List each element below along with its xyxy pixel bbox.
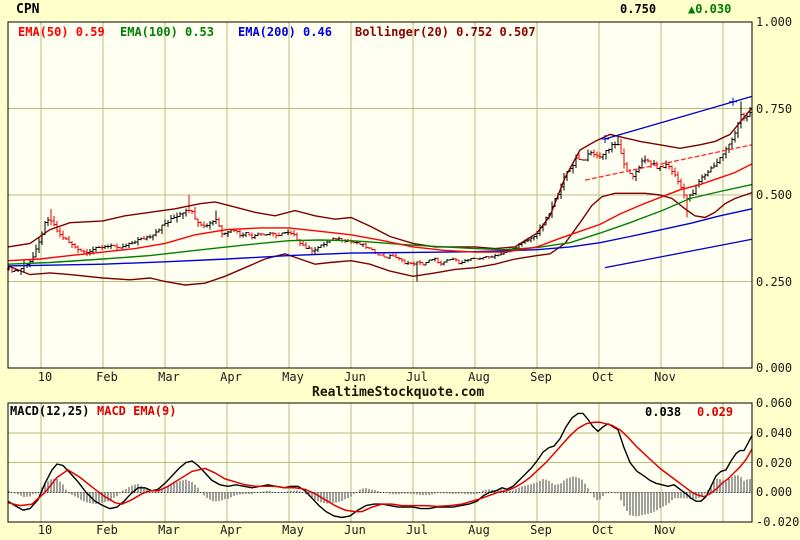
macd-x-axis-label: Feb [96, 523, 118, 537]
price-x-axis-label: Feb [96, 370, 118, 384]
legend-ema50: EMA(50) 0.59 [18, 25, 105, 39]
price-change-up: ▲0.030 [688, 2, 732, 16]
macd-value: 0.038 [645, 405, 682, 419]
macd-x-axis-label: 10 [37, 523, 53, 537]
macd-legend: MACD(12,25) [10, 404, 90, 418]
price-y-axis-label: 0.500 [756, 188, 793, 202]
watermark: RealtimeStockquote.com [312, 385, 485, 400]
legend-ema100: EMA(100) 0.53 [120, 25, 214, 39]
price-x-axis-label: Sep [530, 370, 552, 384]
macd-x-axis-label: Mar [158, 523, 180, 537]
price-x-axis-label: Apr [220, 370, 242, 384]
chart-canvas [7, 21, 753, 523]
last-price: 0.750 [620, 2, 657, 16]
legend-ema200: EMA(200) 0.46 [238, 25, 332, 39]
macd-y-axis-label: -0.020 [756, 515, 800, 529]
price-x-axis-label: May [282, 370, 304, 384]
price-x-axis-label: Jun [344, 370, 366, 384]
macd-y-axis-label: 0.060 [756, 396, 793, 410]
price-x-axis-label: Oct [592, 370, 614, 384]
price-x-axis-label: Mar [158, 370, 180, 384]
price-y-axis-label: 0.750 [756, 101, 793, 116]
price-x-axis-label: Jul [406, 370, 428, 384]
macd-signal-legend: MACD EMA(9) [97, 404, 177, 418]
macd-x-axis-label: Apr [220, 523, 242, 537]
price-y-axis-label: 0.000 [756, 361, 793, 375]
macd-x-axis-label: Jul [406, 523, 428, 537]
price-y-axis-label: 1.000 [756, 15, 793, 29]
macd-x-axis-label: Oct [592, 523, 614, 537]
ticker-symbol: CPN [16, 2, 40, 17]
price-y-axis-label: 0.250 [756, 274, 793, 289]
macd-x-axis-label: May [282, 523, 304, 537]
macd-x-axis-label: Nov [654, 523, 676, 537]
macd-y-axis-label: 0.020 [756, 455, 793, 470]
macd-x-axis-label: Aug [468, 523, 490, 537]
stock-chart-page: CPN 0.750 ▲0.030 EMA(50) 0.59 EMA(100) 0… [0, 0, 800, 540]
price-x-axis-label: 10 [37, 370, 53, 384]
macd-y-axis-label: 0.000 [756, 485, 793, 500]
macd-x-axis-label: Jun [344, 523, 366, 537]
macd-x-axis-label: Sep [530, 523, 552, 537]
price-x-axis-label: Nov [654, 370, 676, 384]
macd-signal-value: 0.029 [697, 405, 734, 419]
price-x-axis-label: Aug [468, 370, 490, 384]
macd-y-axis-label: 0.040 [756, 425, 793, 440]
legend-bollinger: Bollinger(20) 0.752 0.507 [355, 25, 536, 39]
